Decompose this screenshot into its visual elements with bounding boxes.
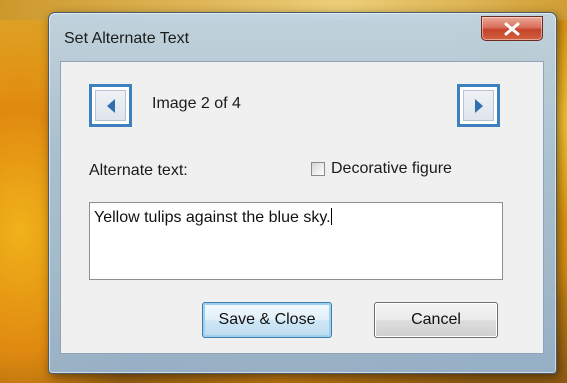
alternate-text-value: Yellow tulips against the blue sky. bbox=[94, 209, 331, 226]
dialog-content: Image 2 of 4 Alternate text: Decorative … bbox=[60, 61, 544, 354]
next-image-button[interactable] bbox=[457, 84, 500, 127]
triangle-right-icon bbox=[474, 98, 483, 113]
previous-image-button-face bbox=[95, 90, 126, 121]
close-button[interactable] bbox=[481, 16, 543, 41]
save-and-close-button[interactable]: Save & Close bbox=[202, 302, 332, 338]
decorative-figure-label: Decorative figure bbox=[331, 160, 452, 177]
cancel-button[interactable]: Cancel bbox=[374, 302, 498, 338]
alternate-text-label: Alternate text: bbox=[89, 162, 188, 179]
dialog-title: Set Alternate Text bbox=[64, 30, 190, 47]
alternate-text-input[interactable]: Yellow tulips against the blue sky. bbox=[89, 202, 503, 280]
decorative-figure-checkbox[interactable] bbox=[311, 162, 325, 176]
previous-image-button[interactable] bbox=[89, 84, 132, 127]
image-counter: Image 2 of 4 bbox=[152, 95, 241, 112]
set-alternate-text-dialog: Set Alternate Text Image 2 of 4 Alternat… bbox=[48, 12, 557, 374]
close-icon bbox=[504, 22, 520, 35]
text-caret bbox=[330, 208, 332, 225]
triangle-left-icon bbox=[106, 98, 115, 113]
next-image-button-face bbox=[463, 90, 494, 121]
decorative-figure-option[interactable]: Decorative figure bbox=[311, 160, 452, 178]
